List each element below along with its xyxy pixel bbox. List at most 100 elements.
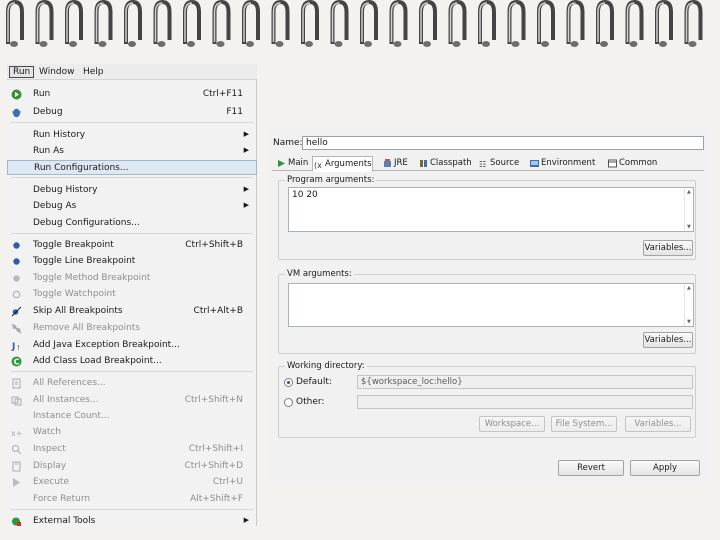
spiral-ring xyxy=(684,0,703,47)
menu-item-execute[interactable]: Execute Ctrl+U xyxy=(7,475,257,490)
menu-item-run[interactable]: Run Ctrl+F11 xyxy=(7,87,257,102)
spiral-ring xyxy=(271,0,290,47)
file-system-button[interactable]: File System... xyxy=(551,416,617,432)
menu-item-debug[interactable]: Debug F11 xyxy=(7,105,257,120)
working-directory-variables-button[interactable]: Variables... xyxy=(625,416,691,432)
tab-label: JRE xyxy=(394,158,408,168)
menu-run[interactable]: Run xyxy=(9,66,35,78)
menu-window[interactable]: Window xyxy=(36,66,78,78)
spiral-ring xyxy=(655,0,673,47)
svg-text:☷: ☷ xyxy=(479,160,486,168)
scroll-up-icon[interactable]: ▲ xyxy=(687,285,691,291)
menu-item-shortcut: Ctrl+Alt+B xyxy=(193,306,243,316)
spiral-ring xyxy=(35,0,54,47)
tab-label: Classpath xyxy=(430,158,472,168)
menu-item-debug-history[interactable]: Debug History ▶ xyxy=(7,183,257,198)
display-icon xyxy=(11,461,22,472)
spiral-ring xyxy=(183,0,201,47)
menu-item-label: Toggle Watchpoint xyxy=(33,289,116,299)
menu-item-all-instances[interactable]: All Instances... Ctrl+Shift+N xyxy=(7,393,257,408)
program-arguments-scrollbar[interactable]: ▲ ▼ xyxy=(684,188,693,231)
program-arguments-value: 10 20 xyxy=(292,190,318,200)
menu-item-run-history[interactable]: Run History ▶ xyxy=(7,128,257,143)
scroll-up-icon[interactable]: ▲ xyxy=(687,189,691,195)
menu-bar: Run Window Help xyxy=(7,64,257,80)
menu-item-toggle-breakpoint[interactable]: Toggle Breakpoint Ctrl+Shift+B xyxy=(7,238,257,253)
vm-arguments-scrollbar[interactable]: ▲ ▼ xyxy=(684,284,693,326)
remove-breakpoints-icon xyxy=(11,323,22,334)
menu-item-label: Display xyxy=(33,461,67,471)
menu-item-label: Add Java Exception Breakpoint... xyxy=(33,340,180,350)
name-input[interactable]: hello xyxy=(302,136,704,150)
menu-item-label: Run History xyxy=(33,130,86,140)
menu-item-toggle-method-breakpoint[interactable]: Toggle Method Breakpoint xyxy=(7,271,257,286)
tab-label: Environment xyxy=(541,158,596,168)
tab-environment[interactable]: Environment xyxy=(529,156,595,171)
workspace-button[interactable]: Workspace... xyxy=(479,416,545,432)
other-radio[interactable] xyxy=(284,398,293,407)
menu-help[interactable]: Help xyxy=(80,66,107,78)
spiral-ring xyxy=(478,0,496,47)
menu-item-toggle-watchpoint[interactable]: Toggle Watchpoint xyxy=(7,287,257,302)
radio-selected-dot xyxy=(287,381,290,384)
menu-item-instance-count[interactable]: Instance Count... xyxy=(7,409,257,424)
common-tab-icon xyxy=(608,159,617,168)
menu-item-add-class-load-breakpoint[interactable]: C Add Class Load Breakpoint... xyxy=(7,354,257,369)
menu-item-remove-all-breakpoints[interactable]: Remove All Breakpoints xyxy=(7,321,257,336)
menu-separator xyxy=(11,233,253,234)
scroll-down-icon[interactable]: ▼ xyxy=(687,319,691,325)
vm-arguments-input[interactable]: ▲ ▼ xyxy=(288,283,694,327)
spiral-ring xyxy=(419,0,437,47)
menu-separator xyxy=(11,177,253,178)
submenu-arrow-icon: ▶ xyxy=(243,146,249,154)
other-radio-label: Other: xyxy=(296,397,325,407)
tab-source[interactable]: ☷ Source xyxy=(478,156,519,171)
other-directory-field[interactable] xyxy=(357,395,693,409)
default-radio[interactable] xyxy=(284,378,293,387)
menu-item-label: Run As xyxy=(33,146,64,156)
spiral-ring xyxy=(360,0,378,47)
menu-item-label: Debug History xyxy=(33,185,98,195)
menu-item-external-tools[interactable]: External Tools ▶ xyxy=(7,514,257,529)
menu-item-display[interactable]: Display Ctrl+Shift+D xyxy=(7,459,257,474)
menu-item-label: External Tools xyxy=(33,516,96,526)
menu-item-shortcut: Ctrl+U xyxy=(212,477,243,487)
spiral-ring xyxy=(212,0,231,47)
menu-item-force-return[interactable]: Force Return Alt+Shift+F xyxy=(7,492,257,507)
menu-item-watch[interactable]: x+ Watch xyxy=(7,425,257,440)
tab-jre[interactable]: JRE xyxy=(382,156,408,171)
menu-item-run-as[interactable]: Run As ▶ xyxy=(7,144,257,159)
menu-item-inspect[interactable]: Inspect Ctrl+Shift+I xyxy=(7,442,257,457)
line-breakpoint-icon xyxy=(11,256,22,267)
source-tab-icon: ☷ xyxy=(479,159,488,169)
vm-arguments-variables-button[interactable]: Variables... xyxy=(643,332,693,348)
scroll-down-icon[interactable]: ▼ xyxy=(687,224,691,230)
tab-arguments[interactable]: (x)Arguments xyxy=(312,156,373,172)
menu-item-label: All Instances... xyxy=(33,395,99,405)
program-arguments-input[interactable]: 10 20 ▲ ▼ xyxy=(288,187,694,232)
tab-classpath[interactable]: Classpath xyxy=(418,156,472,171)
menu-item-skip-all-breakpoints[interactable]: Skip All Breakpoints Ctrl+Alt+B xyxy=(7,304,257,319)
menu-item-debug-as[interactable]: Debug As ▶ xyxy=(7,199,257,214)
revert-button[interactable]: Revert xyxy=(558,460,624,476)
menu-item-label: Add Class Load Breakpoint... xyxy=(33,356,162,366)
watchpoint-icon xyxy=(11,289,22,300)
menu-item-debug-configurations[interactable]: Debug Configurations... xyxy=(7,216,257,231)
tab-main[interactable]: Main xyxy=(276,156,308,171)
menu-item-all-references[interactable]: All References... xyxy=(7,376,257,391)
menu-item-label: All References... xyxy=(33,378,106,388)
tab-label: Main xyxy=(288,158,309,168)
submenu-arrow-icon: ▶ xyxy=(243,516,249,524)
spiral-ring xyxy=(124,0,142,47)
menu-item-toggle-line-breakpoint[interactable]: Toggle Line Breakpoint xyxy=(7,254,257,269)
main-tab-icon xyxy=(277,159,286,168)
menu-item-run-configurations[interactable]: Run Configurations... xyxy=(7,160,257,175)
menu-item-shortcut: Ctrl+Shift+D xyxy=(184,461,243,471)
program-arguments-variables-button[interactable]: Variables... xyxy=(643,240,693,256)
apply-button[interactable]: Apply xyxy=(630,460,700,476)
menu-item-add-java-exception-breakpoint[interactable]: J! Add Java Exception Breakpoint... xyxy=(7,338,257,353)
working-directory-title: Working directory: xyxy=(285,361,367,371)
tab-common[interactable]: Common xyxy=(607,156,657,171)
references-icon xyxy=(11,378,22,389)
spiral-ring xyxy=(389,0,408,47)
